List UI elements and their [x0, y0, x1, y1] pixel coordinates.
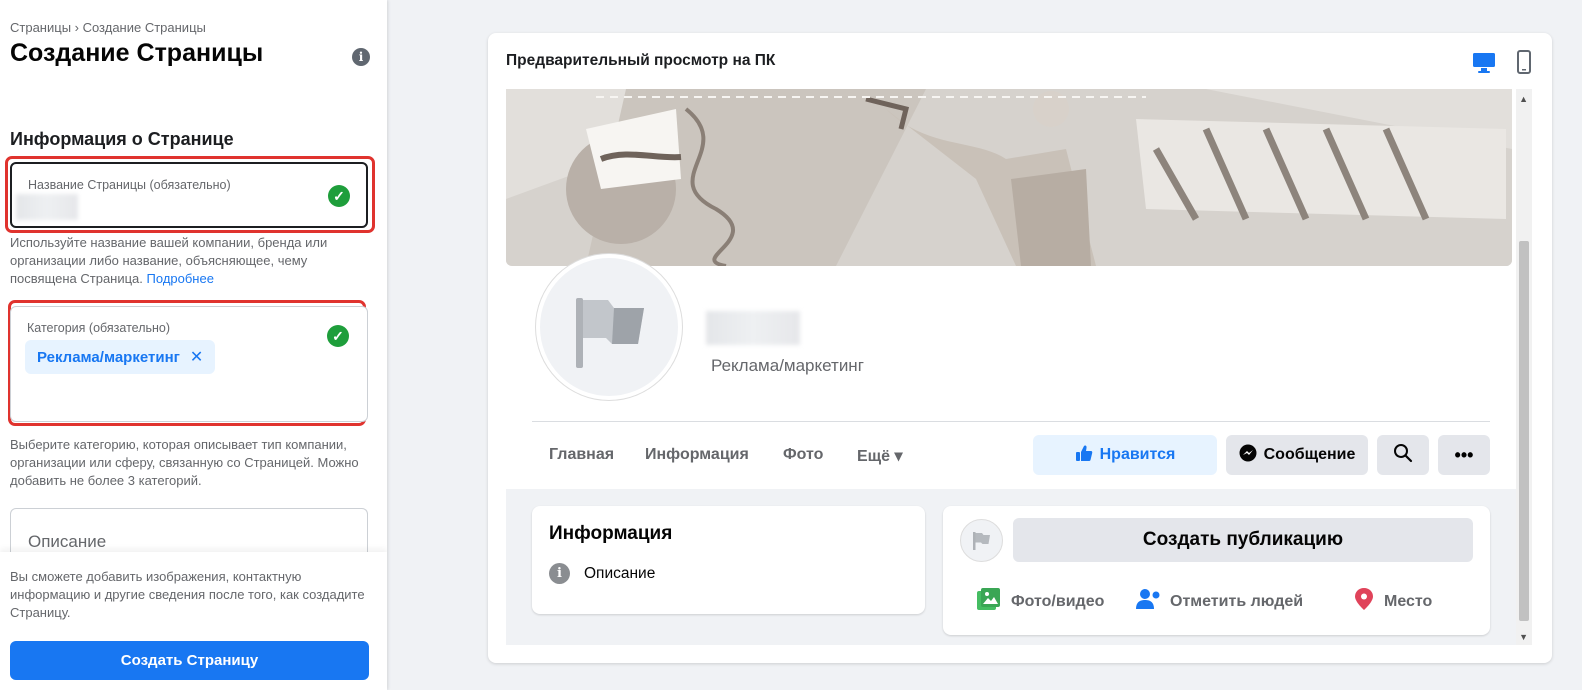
flag-icon	[576, 298, 644, 368]
preview-title: Предварительный просмотр на ПК	[506, 52, 776, 69]
create-page-button[interactable]: Создать Страницу	[10, 641, 369, 680]
search-icon	[1393, 443, 1413, 468]
more-options-button[interactable]: •••	[1438, 435, 1490, 475]
description-label: Описание	[28, 532, 107, 551]
section-title: Информация о Странице	[10, 129, 234, 149]
category-help: Выберите категорию, которая описывает ти…	[10, 437, 359, 488]
location-label: Место	[1384, 592, 1433, 610]
page-category: Реклама/маркетинг	[711, 356, 864, 375]
tab-photos[interactable]: Фото	[783, 446, 823, 464]
tab-about[interactable]: Информация	[645, 446, 749, 464]
category-field[interactable]: Категория (обязательно) Реклама/маркетин…	[10, 306, 368, 422]
page-name-value-redacted	[16, 194, 78, 220]
check-icon: ✓	[328, 185, 350, 207]
more-icon: •••	[1454, 444, 1474, 465]
about-card-title: Информация	[549, 523, 673, 544]
preview-card: Предварительный просмотр на ПК Реклама/м…	[488, 33, 1552, 663]
breadcrumb[interactable]: Страницы › Создание Страницы	[10, 20, 206, 35]
search-button[interactable]	[1377, 435, 1429, 475]
about-card: Информация i Описание	[532, 506, 925, 614]
tab-more[interactable]: Ещё ▾	[857, 446, 903, 466]
location-pin-icon	[1353, 587, 1375, 616]
tab-home[interactable]: Главная	[549, 446, 614, 464]
photo-video-action[interactable]: Фото/видео	[976, 587, 1104, 616]
scroll-up-icon[interactable]: ▲	[1519, 94, 1528, 104]
page-name-help: Используйте название вашей компании, бре…	[10, 234, 365, 288]
create-post-card: Создать публикацию Фото/видео Отметить л…	[943, 506, 1490, 635]
scroll-thumb[interactable]	[1519, 241, 1529, 621]
post-avatar	[960, 519, 1003, 562]
desktop-icon[interactable]	[1471, 49, 1497, 75]
thumbs-up-icon	[1075, 444, 1093, 467]
bottom-help: Вы сможете добавить изображения, контакт…	[10, 569, 365, 620]
create-page-sidebar: Страницы › Создание Страницы Создание Ст…	[0, 0, 387, 690]
preview-scrollbar[interactable]: ▲ ▼	[1516, 89, 1532, 645]
page-preview-frame: Реклама/маркетинг Главная Информация Фот…	[506, 89, 1532, 645]
learn-more-link[interactable]: Подробнее	[147, 271, 214, 286]
like-button[interactable]: Нравится	[1033, 435, 1217, 475]
tag-people-action[interactable]: Отметить людей	[1135, 587, 1303, 616]
page-header: Реклама/маркетинг Главная Информация Фот…	[506, 89, 1516, 489]
message-button-label: Сообщение	[1263, 446, 1356, 463]
bottom-panel: Вы сможете добавить изображения, контакт…	[0, 552, 387, 690]
page-name-field[interactable]: Название Страницы (обязательно) ✓	[10, 162, 368, 228]
about-description: Описание	[584, 565, 656, 582]
page-name-label: Название Страницы (обязательно)	[28, 178, 231, 192]
info-icon: i	[549, 563, 570, 584]
page-name-redacted	[706, 311, 800, 345]
info-icon[interactable]: i	[352, 48, 370, 66]
category-label: Категория (обязательно)	[27, 321, 171, 335]
like-button-label: Нравится	[1099, 446, 1176, 463]
check-icon: ✓	[327, 325, 349, 347]
category-chip-label: Реклама/маркетинг	[37, 348, 180, 366]
page-title: Создание Страницы	[10, 39, 264, 67]
location-action[interactable]: Место	[1353, 587, 1432, 616]
scroll-down-icon[interactable]: ▼	[1519, 632, 1528, 642]
tag-people-icon	[1135, 587, 1161, 616]
create-post-button[interactable]: Создать публикацию	[1013, 518, 1473, 562]
message-button[interactable]: Сообщение	[1226, 435, 1368, 475]
category-chip[interactable]: Реклама/маркетинг ✕	[25, 340, 216, 374]
photo-video-label: Фото/видео	[1011, 592, 1105, 610]
remove-chip-icon[interactable]: ✕	[190, 347, 203, 367]
page-avatar[interactable]	[536, 254, 682, 400]
tag-people-label: Отметить людей	[1170, 592, 1304, 610]
mobile-icon[interactable]	[1511, 49, 1537, 75]
messenger-icon	[1239, 444, 1257, 467]
cover-photo	[506, 89, 1512, 266]
photo-icon	[976, 587, 1002, 616]
flag-icon	[973, 532, 990, 550]
header-divider	[532, 421, 1490, 422]
